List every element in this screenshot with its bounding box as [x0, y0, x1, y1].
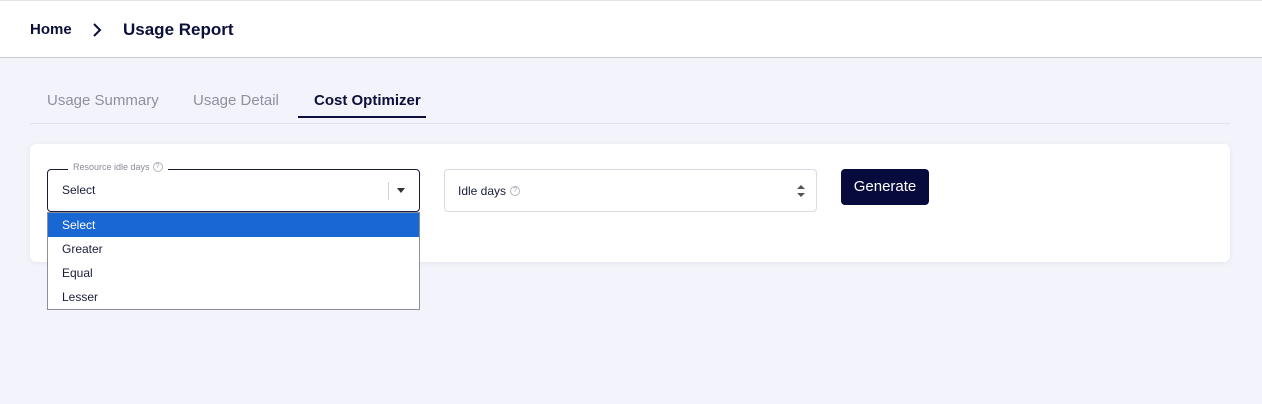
resource-idle-days-select[interactable]: Select [47, 169, 420, 212]
question-circle-icon[interactable]: ? [152, 162, 163, 172]
option-lesser[interactable]: Lesser [48, 285, 419, 309]
breadcrumb-home-link[interactable]: Home [30, 21, 72, 38]
chevron-right-icon [93, 23, 102, 37]
top-header: Home Usage Report [0, 0, 1262, 58]
generate-button[interactable]: Generate [841, 169, 929, 205]
caret-down-icon[interactable] [397, 188, 405, 193]
idle-days-label: Idle days [458, 184, 507, 198]
breadcrumb-current: Usage Report [123, 20, 234, 39]
tab-cost-optimizer[interactable]: Cost Optimizer [314, 92, 421, 109]
field-label-text: Resource idle days [73, 162, 150, 172]
select-divider [388, 182, 389, 200]
number-spinner-icon[interactable] [796, 183, 806, 199]
resource-idle-days-label: Resource idle days ? [68, 162, 168, 172]
select-current-value: Select [62, 183, 96, 197]
active-tab-indicator [298, 116, 426, 118]
tab-usage-summary[interactable]: Usage Summary [47, 92, 159, 109]
resource-idle-days-dropdown: Select Greater Equal Lesser [47, 212, 420, 310]
question-circle-icon[interactable]: ? [510, 186, 521, 196]
option-equal[interactable]: Equal [48, 261, 419, 285]
report-tabs: Usage Summary Usage Detail Cost Optimize… [30, 84, 1230, 124]
option-greater[interactable]: Greater [48, 237, 419, 261]
option-select[interactable]: Select [48, 213, 419, 237]
idle-days-input[interactable]: Idle days ? [444, 169, 817, 212]
idle-days-placeholder: Idle days ? [458, 184, 521, 198]
tab-usage-detail[interactable]: Usage Detail [193, 92, 279, 109]
